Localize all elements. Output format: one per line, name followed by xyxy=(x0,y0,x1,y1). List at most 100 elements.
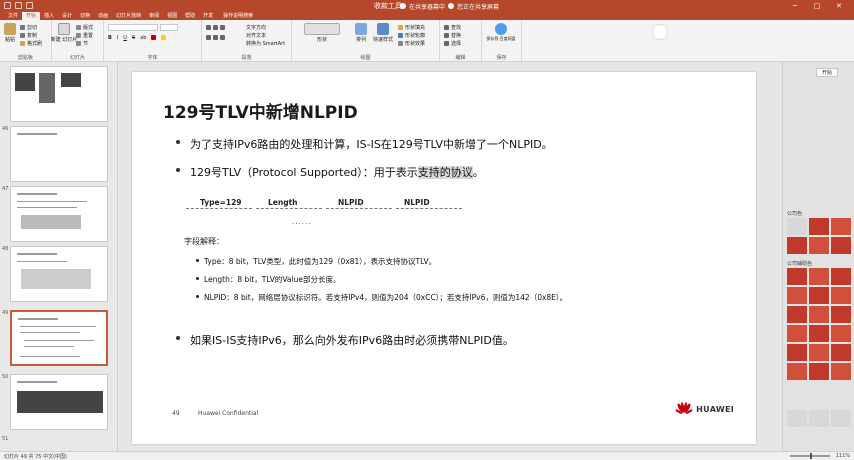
underline-button[interactable]: U xyxy=(123,35,127,41)
tab-help[interactable]: 帮助 xyxy=(181,12,199,20)
paste-button[interactable]: 粘贴 xyxy=(3,23,17,45)
color-tile[interactable] xyxy=(787,306,807,323)
color-tile[interactable] xyxy=(809,268,829,285)
bullet-item[interactable]: 为了支持IPv6路由的处理和计算，IS-IS在129号TLV中新增了一个NLPI… xyxy=(176,136,553,152)
zoom-slider[interactable] xyxy=(789,453,830,459)
color-tile[interactable] xyxy=(787,363,807,380)
save-icon[interactable] xyxy=(4,2,11,9)
color-tile[interactable] xyxy=(831,325,851,342)
zoom-level[interactable]: 111% xyxy=(836,453,850,459)
shadow-button[interactable]: ab xyxy=(140,35,146,41)
copy-button[interactable]: 复制 xyxy=(20,32,37,39)
strikethrough-button[interactable]: S xyxy=(132,35,135,41)
color-tile[interactable] xyxy=(831,237,851,254)
color-tile[interactable] xyxy=(831,287,851,304)
font-color-icon[interactable] xyxy=(151,35,157,40)
shapes-button[interactable]: 形状 xyxy=(302,23,342,45)
color-tile[interactable] xyxy=(809,287,829,304)
shape-fill-button[interactable]: 形状填充 xyxy=(398,24,425,31)
select-button[interactable]: 选择 xyxy=(444,40,461,47)
italic-button[interactable]: I xyxy=(117,35,118,41)
smartart-button[interactable]: 转换为 SmartArt xyxy=(246,40,285,47)
tab-insert[interactable]: 插入 xyxy=(40,12,58,20)
bullets-icon[interactable] xyxy=(206,25,211,30)
color-tile[interactable] xyxy=(809,306,829,323)
color-tile[interactable] xyxy=(831,363,851,380)
close-button[interactable]: ✕ xyxy=(828,0,850,12)
layout-button[interactable]: 版式 xyxy=(76,24,93,31)
bold-button[interactable]: B xyxy=(108,35,112,41)
color-tile[interactable] xyxy=(787,325,807,342)
color-tile[interactable] xyxy=(787,344,807,361)
section-button[interactable]: 节 xyxy=(76,40,88,47)
color-tile[interactable] xyxy=(787,410,807,427)
color-tile[interactable] xyxy=(809,218,829,235)
tab-design[interactable]: 设计 xyxy=(58,12,76,20)
color-tile[interactable] xyxy=(787,287,807,304)
slide-thumbnail[interactable] xyxy=(10,66,108,122)
avatar[interactable] xyxy=(652,24,668,40)
minimize-button[interactable]: ─ xyxy=(784,0,806,12)
slide-canvas[interactable]: 129号TLV中新增NLPID 为了支持IPv6路由的处理和计算，IS-IS在1… xyxy=(132,72,756,444)
color-tile[interactable] xyxy=(831,268,851,285)
align-buttons[interactable] xyxy=(206,34,225,41)
quick-access-toolbar[interactable] xyxy=(4,2,44,10)
slide-thumbnail-selected[interactable] xyxy=(10,310,108,366)
color-tile[interactable] xyxy=(831,410,851,427)
slide-thumbnail[interactable] xyxy=(10,126,108,182)
tab-home[interactable]: 开始 xyxy=(22,12,41,20)
slide-editor[interactable]: 129号TLV中新增NLPID 为了支持IPv6路由的处理和计算，IS-IS在1… xyxy=(118,62,782,451)
list-buttons[interactable] xyxy=(206,24,225,31)
highlight-icon[interactable] xyxy=(161,35,167,40)
font-size-select[interactable] xyxy=(160,24,178,31)
save-to-cloud-button[interactable]: 保存到 百度网盘 xyxy=(486,23,516,45)
color-tile[interactable] xyxy=(787,218,807,235)
align-center-icon[interactable] xyxy=(213,35,218,40)
slide-thumbnail[interactable] xyxy=(10,186,108,242)
maximize-button[interactable]: □ xyxy=(806,0,828,12)
find-button[interactable]: 查找 xyxy=(444,24,461,31)
bullet-item[interactable]: 129号TLV（Protocol Supported）：用于表示支持的协议。 xyxy=(176,164,484,180)
color-tile[interactable] xyxy=(809,410,829,427)
new-slide-button[interactable]: 新建 幻灯片 xyxy=(51,23,77,45)
zoom-slider-thumb[interactable] xyxy=(809,453,812,459)
slide-thumbnail[interactable] xyxy=(10,374,108,430)
numbering-icon[interactable] xyxy=(213,25,218,30)
quick-styles-button[interactable]: 快速样式 xyxy=(373,23,393,45)
shape-effects-button[interactable]: 形状效果 xyxy=(398,40,425,47)
redo-icon[interactable] xyxy=(26,2,33,9)
color-tile[interactable] xyxy=(809,237,829,254)
align-right-icon[interactable] xyxy=(220,35,225,40)
tab-animations[interactable]: 动画 xyxy=(94,12,112,20)
bullet-item[interactable]: 如果IS-IS支持IPv6，那么向外发布IPv6路由时必须携带NLPID值。 xyxy=(176,332,514,348)
align-left-icon[interactable] xyxy=(206,35,211,40)
color-tile[interactable] xyxy=(831,344,851,361)
tab-developer[interactable]: 开发 xyxy=(199,12,217,20)
tell-me-search[interactable]: 操作说明搜索 xyxy=(223,12,253,20)
color-tile[interactable] xyxy=(809,325,829,342)
tab-slideshow[interactable]: 幻灯片放映 xyxy=(112,12,145,20)
slide-title[interactable]: 129号TLV中新增NLPID xyxy=(163,98,358,123)
tab-view[interactable]: 视图 xyxy=(163,12,181,20)
slide-thumbnail[interactable] xyxy=(10,246,108,302)
cut-button[interactable]: 剪切 xyxy=(20,24,37,31)
replace-button[interactable]: 替换 xyxy=(444,32,461,39)
color-tile[interactable] xyxy=(809,344,829,361)
shape-outline-button[interactable]: 形状轮廓 xyxy=(398,32,425,39)
text-direction-button[interactable]: 文字方向 xyxy=(246,24,266,31)
undo-icon[interactable] xyxy=(15,2,22,9)
arrange-button[interactable]: 排列 xyxy=(354,23,368,45)
indent-icon[interactable] xyxy=(220,25,225,30)
font-name-select[interactable] xyxy=(108,24,158,31)
color-tile[interactable] xyxy=(809,363,829,380)
reset-button[interactable]: 重置 xyxy=(76,32,93,39)
tab-review[interactable]: 审阅 xyxy=(145,12,163,20)
color-tile[interactable] xyxy=(787,237,807,254)
color-tile[interactable] xyxy=(787,268,807,285)
align-text-button[interactable]: 对齐文本 xyxy=(246,32,266,39)
tab-transitions[interactable]: 切换 xyxy=(76,12,94,20)
color-tile[interactable] xyxy=(831,218,851,235)
panel-start-button[interactable]: 开始 xyxy=(816,68,838,77)
slide-thumbnails-pane[interactable]: 46 47 48 49 50 51 xyxy=(0,62,118,451)
format-painter-button[interactable]: 格式刷 xyxy=(20,40,42,47)
